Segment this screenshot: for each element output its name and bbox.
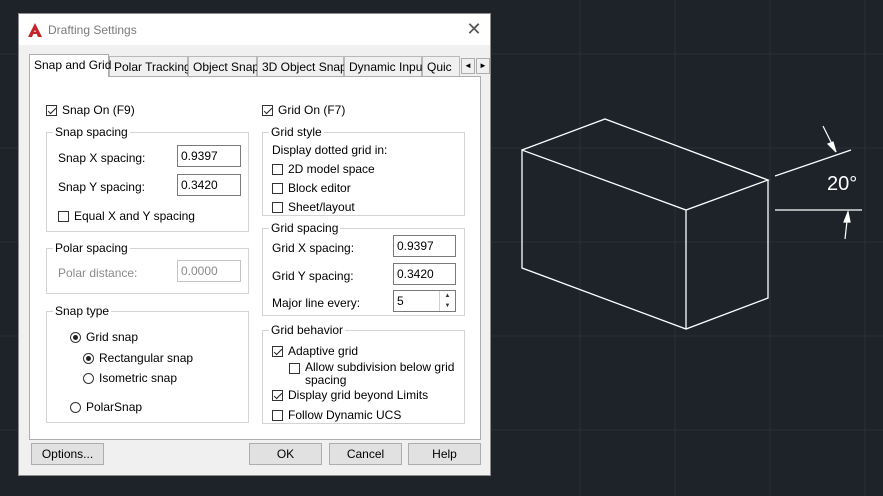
snap-x-label: Snap X spacing:	[58, 151, 146, 165]
checkbox-box	[272, 201, 283, 213]
sheet-layout-label: Sheet/layout	[288, 200, 355, 214]
snap-and-grid-panel: Snap On (F9) Snap spacing Snap X spacing…	[29, 76, 481, 440]
allow-subdivision-checkbox[interactable]: Allow subdivision below grid spacing	[289, 361, 454, 387]
adaptive-grid-label: Adaptive grid	[288, 344, 359, 358]
polar-snap-radio[interactable]: PolarSnap	[70, 400, 142, 414]
drafting-settings-dialog: Drafting Settings ✕ Snap and Grid Polar …	[18, 13, 491, 476]
radio-dot	[83, 352, 94, 364]
grid-y-input[interactable]: 0.3420	[393, 263, 456, 285]
snap-y-input[interactable]: 0.3420	[177, 174, 241, 196]
grid-behavior-title: Grid behavior	[269, 323, 346, 337]
follow-ucs-checkbox[interactable]: Follow Dynamic UCS	[272, 408, 401, 422]
tab-strip: Snap and Grid Polar Tracking Object Snap…	[29, 54, 490, 77]
checkbox-box	[272, 345, 283, 357]
tab-3d-object-snap[interactable]: 3D Object Snap	[257, 56, 347, 76]
major-line-value: 5	[397, 294, 404, 308]
checkbox-box	[272, 163, 283, 175]
grid-behavior-group: Grid behavior Adaptive grid Allow subdiv…	[262, 323, 465, 424]
checkbox-box	[272, 409, 283, 421]
spin-up-icon[interactable]: ▲	[440, 291, 455, 301]
scroll-right-icon[interactable]: ►	[476, 58, 490, 74]
checkbox-box	[272, 182, 283, 194]
snap-spacing-group: Snap spacing Snap X spacing: 0.9397 Snap…	[46, 125, 249, 232]
spin-down-icon[interactable]: ▼	[440, 301, 455, 311]
equal-spacing-label: Equal X and Y spacing	[74, 209, 195, 223]
allow-subdivision-line1: Allow subdivision below grid	[305, 360, 455, 374]
cancel-button[interactable]: Cancel	[329, 443, 402, 465]
model-space-checkbox[interactable]: 2D model space	[272, 162, 375, 176]
grid-y-label: Grid Y spacing:	[272, 269, 354, 283]
checkbox-box	[58, 210, 69, 222]
follow-ucs-label: Follow Dynamic UCS	[288, 408, 402, 422]
beyond-limits-label: Display grid beyond Limits	[288, 388, 429, 402]
ok-button[interactable]: OK	[249, 443, 322, 465]
beyond-limits-checkbox[interactable]: Display grid beyond Limits	[272, 388, 428, 402]
grid-x-label: Grid X spacing:	[272, 241, 355, 255]
snap-type-group: Snap type Grid snap Rectangular snap Iso…	[46, 304, 249, 423]
snap-type-title: Snap type	[53, 304, 112, 318]
polar-distance-input[interactable]: 0.0000	[177, 260, 241, 282]
spinner-arrows[interactable]: ▲ ▼	[439, 291, 455, 311]
grid-spacing-title: Grid spacing	[269, 221, 341, 235]
angle-label: 20°	[827, 173, 857, 195]
block-editor-checkbox[interactable]: Block editor	[272, 181, 351, 195]
grid-spacing-group: Grid spacing Grid X spacing: 0.9397 Grid…	[262, 221, 465, 316]
snap-on-label: Snap On (F9)	[62, 103, 135, 117]
allow-subdivision-line2: spacing	[305, 373, 347, 387]
snap-x-input[interactable]: 0.9397	[177, 145, 241, 167]
major-line-label: Major line every:	[272, 296, 361, 310]
snap-y-label: Snap Y spacing:	[58, 180, 145, 194]
radio-dot	[70, 401, 81, 413]
equal-spacing-checkbox[interactable]: Equal X and Y spacing	[58, 209, 195, 223]
tab-scroll-arrows: ◄ ►	[461, 58, 491, 74]
scroll-left-icon[interactable]: ◄	[461, 58, 475, 74]
grid-style-group: Grid style Display dotted grid in: 2D mo…	[262, 125, 465, 216]
polar-distance-label: Polar distance:	[58, 266, 138, 280]
grid-snap-label: Grid snap	[86, 330, 139, 344]
model-space-label: 2D model space	[288, 162, 375, 176]
tab-object-snap[interactable]: Object Snap	[188, 56, 259, 76]
polar-spacing-title: Polar spacing	[53, 241, 130, 255]
sheet-layout-checkbox[interactable]: Sheet/layout	[272, 200, 355, 214]
tab-snap-and-grid[interactable]: Snap and Grid	[29, 54, 111, 77]
snap-on-checkbox[interactable]: Snap On (F9)	[46, 103, 135, 117]
dialog-title: Drafting Settings	[48, 23, 137, 37]
isometric-box	[521, 118, 770, 330]
radio-dot	[70, 331, 81, 343]
isometric-snap-label: Isometric snap	[99, 371, 178, 385]
checkbox-box	[262, 104, 273, 116]
polar-spacing-group: Polar spacing Polar distance: 0.0000	[46, 241, 249, 294]
grid-x-input[interactable]: 0.9397	[393, 235, 456, 257]
grid-style-caption: Display dotted grid in:	[272, 143, 388, 157]
major-line-spinner[interactable]: 5 ▲ ▼	[393, 290, 456, 312]
checkbox-box	[272, 389, 283, 401]
block-editor-label: Block editor	[288, 181, 351, 195]
close-icon[interactable]: ✕	[464, 20, 484, 40]
adaptive-grid-checkbox[interactable]: Adaptive grid	[272, 344, 358, 358]
polar-snap-label: PolarSnap	[86, 400, 143, 414]
allow-subdivision-label: Allow subdivision below grid spacing	[305, 361, 454, 387]
grid-on-label: Grid On (F7)	[278, 103, 346, 117]
tab-quick-properties[interactable]: Quic	[422, 56, 460, 76]
options-button[interactable]: Options...	[31, 443, 104, 465]
grid-style-title: Grid style	[269, 125, 324, 139]
checkbox-box	[46, 104, 57, 116]
radio-dot	[83, 372, 94, 384]
snap-spacing-title: Snap spacing	[53, 125, 130, 139]
rectangular-snap-label: Rectangular snap	[99, 351, 194, 365]
autocad-logo-icon	[28, 23, 42, 37]
rectangular-snap-radio[interactable]: Rectangular snap	[83, 351, 193, 365]
help-button[interactable]: Help	[408, 443, 481, 465]
tab-dynamic-input[interactable]: Dynamic Input	[344, 56, 426, 76]
isometric-snap-radio[interactable]: Isometric snap	[83, 371, 177, 385]
grid-snap-radio[interactable]: Grid snap	[70, 330, 138, 344]
tab-polar-tracking[interactable]: Polar Tracking	[109, 56, 191, 76]
grid-on-checkbox[interactable]: Grid On (F7)	[262, 103, 345, 117]
title-bar: Drafting Settings ✕	[19, 14, 490, 45]
checkbox-box	[289, 363, 300, 374]
